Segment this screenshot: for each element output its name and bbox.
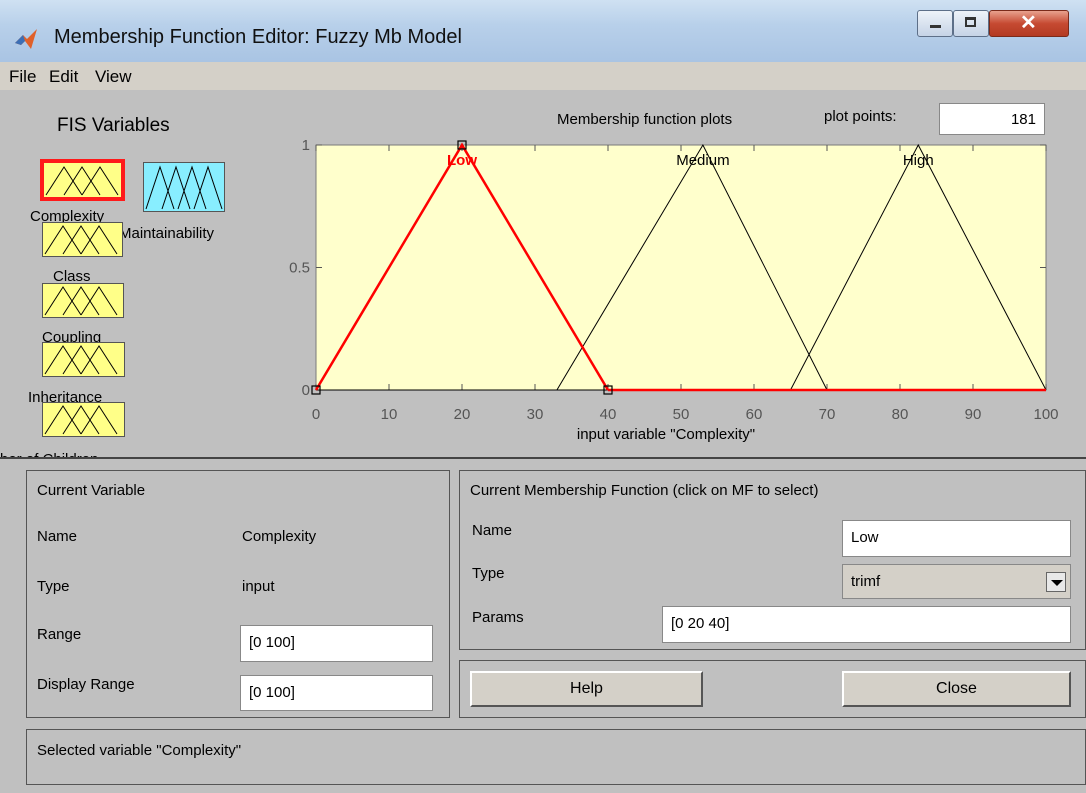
plot-title: Membership function plots bbox=[557, 111, 733, 128]
mf-type-label: Type bbox=[472, 565, 505, 582]
display-range-input[interactable]: [0 100] bbox=[240, 675, 433, 711]
title-bar[interactable]: Membership Function Editor: Fuzzy Mb Mod… bbox=[0, 0, 1086, 63]
y-tick-label: 1 bbox=[302, 137, 310, 154]
menu-view[interactable]: View bbox=[95, 67, 132, 87]
mf-name-label: Name bbox=[472, 522, 513, 539]
mf-type-value: trimf bbox=[851, 573, 881, 590]
mf-triangles-icon bbox=[44, 345, 118, 375]
x-tick-label: 60 bbox=[746, 406, 763, 423]
plot-points-label: plot points: bbox=[824, 108, 897, 125]
chevron-down-icon[interactable] bbox=[1046, 572, 1066, 592]
minimize-button[interactable] bbox=[917, 10, 953, 37]
variable-complexity[interactable] bbox=[40, 159, 125, 201]
y-tick-label: 0 bbox=[302, 382, 310, 399]
var-type-label: Type bbox=[37, 578, 70, 595]
mf-triangles-icon bbox=[145, 165, 223, 210]
maximize-button[interactable] bbox=[953, 10, 989, 37]
close-window-button[interactable]: ✕ bbox=[989, 10, 1069, 37]
menu-file[interactable]: File bbox=[9, 67, 36, 87]
x-tick-label: 20 bbox=[454, 406, 471, 423]
x-axis-label: input variable "Complexity" bbox=[577, 426, 755, 443]
variable-maintainability[interactable] bbox=[143, 162, 225, 212]
mf-triangles-icon bbox=[44, 405, 118, 435]
window-title: Membership Function Editor: Fuzzy Mb Mod… bbox=[54, 26, 462, 48]
range-input[interactable]: [0 100] bbox=[240, 625, 433, 662]
x-tick-label: 70 bbox=[819, 406, 836, 423]
current-variable-title: Current Variable bbox=[37, 482, 146, 499]
variable-inheritance[interactable] bbox=[42, 342, 125, 377]
mf-triangles-icon bbox=[44, 286, 118, 316]
x-tick-label: 10 bbox=[381, 406, 398, 423]
mf-type-select[interactable]: trimf bbox=[842, 564, 1071, 599]
y-tick-label: 0.5 bbox=[289, 260, 310, 277]
mf-editor-window: Membership Function Editor: Fuzzy Mb Mod… bbox=[0, 0, 1086, 793]
matlab-icon bbox=[15, 29, 37, 49]
variable-children[interactable] bbox=[42, 402, 125, 437]
plot-points-input[interactable]: 181 bbox=[939, 103, 1045, 135]
mf-label-high: High bbox=[903, 152, 934, 169]
minimize-icon bbox=[930, 25, 941, 28]
var-name-value: Complexity bbox=[242, 528, 317, 545]
variable-class[interactable] bbox=[42, 222, 123, 257]
menu-bar: File Edit View bbox=[0, 62, 1086, 90]
fis-variables-title: FIS Variables bbox=[57, 115, 170, 136]
mf-params-label: Params bbox=[472, 609, 524, 626]
status-bar: Selected variable "Complexity" bbox=[26, 729, 1086, 785]
variable-label-maintainability: Maintainability bbox=[119, 225, 215, 242]
var-name-label: Name bbox=[37, 528, 78, 545]
x-tick-label: 30 bbox=[527, 406, 544, 423]
x-tick-label: 80 bbox=[892, 406, 909, 423]
mf-params-input[interactable]: [0 20 40] bbox=[662, 606, 1071, 643]
x-tick-label: 90 bbox=[965, 406, 982, 423]
mf-label-low: Low bbox=[447, 152, 477, 169]
close-icon: ✕ bbox=[1020, 12, 1037, 34]
current-mf-title: Current Membership Function (click on MF… bbox=[470, 482, 819, 499]
variable-coupling[interactable] bbox=[42, 283, 124, 318]
x-tick-label: 40 bbox=[600, 406, 617, 423]
var-range-label: Range bbox=[37, 626, 82, 643]
maximize-icon bbox=[965, 17, 976, 27]
help-button[interactable]: Help bbox=[470, 671, 703, 707]
x-tick-label: 50 bbox=[673, 406, 690, 423]
membership-function-plot[interactable]: 0 10 20 30 40 50 60 70 80 90 100 0 0.5 1 input variabl… bbox=[262, 137, 1072, 459]
var-type-value: input bbox=[242, 578, 275, 595]
status-text: Selected variable "Complexity" bbox=[37, 742, 242, 759]
mf-name-input[interactable]: Low bbox=[842, 520, 1071, 557]
mf-label-medium: Medium bbox=[676, 152, 729, 169]
mf-triangles-icon bbox=[45, 166, 119, 196]
x-tick-label: 0 bbox=[312, 406, 320, 423]
close-button[interactable]: Close bbox=[842, 671, 1071, 707]
display-range-label: Display Range bbox=[37, 676, 135, 693]
mf-triangles-icon bbox=[44, 225, 118, 255]
x-tick-label: 100 bbox=[1033, 406, 1058, 423]
menu-edit[interactable]: Edit bbox=[49, 67, 78, 87]
